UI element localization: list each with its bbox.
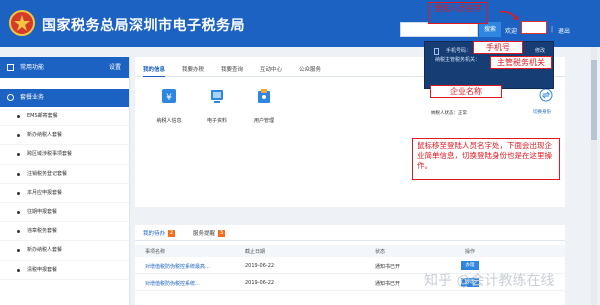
reminder-count-badge: 3 <box>218 230 226 237</box>
sidebar-item[interactable]: 跨区域涉税事项套餐 <box>0 145 129 165</box>
sidebar-item[interactable]: 往期申报套餐 <box>0 203 129 223</box>
sidebar-settings-link[interactable]: 设置 <box>109 57 121 78</box>
sidebar-section-packages[interactable]: 套餐业务 <box>0 89 129 107</box>
logout-link[interactable]: 退出 <box>558 26 570 35</box>
switch-identity-link[interactable]: 切换身份 <box>533 109 551 115</box>
package-icon <box>7 94 14 101</box>
tile-label: 纳税人信息 <box>156 118 182 124</box>
edit-phone-link[interactable]: 修改 <box>535 47 545 54</box>
row-status: 通知书已开 <box>375 264 401 270</box>
sidebar-common-label: 常用功能 <box>20 64 45 71</box>
tab-todo-label: 我的待办 <box>143 231 166 237</box>
annotation-tax-office: 主管税务机关 <box>490 56 552 69</box>
taxpayer-info-icon: ¥ <box>162 89 176 103</box>
todo-count-badge: 2 <box>168 230 176 237</box>
col-action: 操作 <box>465 249 476 255</box>
site-title[interactable]: 国家税务总局深圳市电子税务局 <box>42 15 245 35</box>
row-deadline: 2019-06-22 <box>245 280 275 286</box>
annotation-arrow-icon <box>499 10 519 21</box>
username-menu[interactable] <box>521 21 547 34</box>
sidebar-item[interactable]: 新办纳税人套餐 <box>0 241 129 261</box>
taxpayer-status: 纳税人状态：正常 <box>431 111 467 116</box>
sidebar-common-functions[interactable]: 常用功能 设置 <box>0 57 129 78</box>
sidebar-item[interactable]: 清税申报套餐 <box>0 261 129 280</box>
tasks-panel: 我的待办 2 服务提醒 3 事项名称 截止日期 状态 操作 对增值税防伪税控系统最高… <box>135 225 565 305</box>
tab-my-info[interactable]: 我的信息 <box>143 65 166 77</box>
tasks-tabs: 我的待办 2 服务提醒 3 <box>135 225 565 241</box>
switch-identity-icon[interactable] <box>539 88 553 102</box>
tasks-table-header: 事项名称 截止日期 状态 操作 <box>135 245 565 257</box>
tab-my-todo[interactable]: 我的待办 2 <box>143 229 176 237</box>
tab-reminder-label: 服务提醒 <box>193 231 216 237</box>
sidebar-item[interactable]: 本月应申报套餐 <box>0 184 129 203</box>
user-management-icon <box>258 89 270 103</box>
col-item-name: 事项名称 <box>145 249 166 255</box>
annotation-note: 鼠标移至登陆人员名字处，下面会出现企业简单信息，切换登陆身份也是在这里操作。 <box>412 138 560 180</box>
tab-interaction[interactable]: 互动中心 <box>260 65 282 73</box>
sidebar: 常用功能 设置 套餐业务 EMS邮寄套餐 新办纳税人套餐 跨区域涉税事项套餐 注… <box>0 57 130 305</box>
watermark: 知乎 @会计教练在线 <box>424 273 555 289</box>
tab-file-tax[interactable]: 我要办税 <box>182 65 204 73</box>
welcome-text: 欢迎 <box>505 28 518 35</box>
annotation-company-name: 企业名称 <box>430 85 502 98</box>
sidebar-section-label: 套餐业务 <box>20 94 45 101</box>
tax-emblem-icon <box>9 10 35 36</box>
tab-query[interactable]: 我要查询 <box>221 65 243 73</box>
tab-public-service[interactable]: 公众服务 <box>299 65 321 73</box>
tax-office-label: 纳税主管税务机关： <box>435 57 481 63</box>
annotation-login-name: 登陆人员名字 <box>428 2 488 24</box>
row-deadline: 2019-06-22 <box>245 263 275 269</box>
col-status: 状态 <box>375 249 386 255</box>
grid-icon <box>7 64 14 71</box>
tile-e-documents[interactable]: 电子资料 <box>197 87 237 124</box>
row-item-name[interactable]: 对增值税防伪税控系统最高… <box>145 263 210 270</box>
separator: | <box>551 26 554 33</box>
row-status: 通知书已开 <box>375 281 401 287</box>
tax-bureau-page: 国家税务总局深圳市电子税务局 搜索 欢迎 | 退出 常用功能 设置 套餐业务 E… <box>0 0 600 305</box>
sidebar-item[interactable]: 注销税务登记套餐 <box>0 165 129 184</box>
scrollbar-thumb[interactable] <box>591 60 597 140</box>
annotation-phone: 手机号 <box>473 41 523 54</box>
svg-text:¥: ¥ <box>166 93 172 103</box>
tile-taxpayer-info[interactable]: ¥ 纳税人信息 <box>149 87 189 124</box>
phone-label: 手机号码： <box>446 48 472 54</box>
tile-user-management[interactable]: 用户管理 <box>244 87 284 124</box>
col-deadline: 截止日期 <box>245 249 266 255</box>
tile-label: 电子资料 <box>206 118 227 124</box>
handle-button[interactable]: 办理 <box>461 261 479 270</box>
phone-icon <box>434 48 439 55</box>
tab-service-reminder[interactable]: 服务提醒 3 <box>193 229 226 237</box>
sidebar-item[interactable]: 违章税务套餐 <box>0 222 129 242</box>
sidebar-item[interactable]: EMS邮寄套餐 <box>0 107 129 127</box>
row-item-name[interactable]: 对增值税防伪税控系统… <box>145 280 200 287</box>
e-documents-icon <box>211 90 223 103</box>
sidebar-item[interactable]: 新办纳税人套餐 <box>0 126 129 146</box>
tile-label: 用户管理 <box>253 118 274 124</box>
search-input[interactable] <box>400 22 478 37</box>
